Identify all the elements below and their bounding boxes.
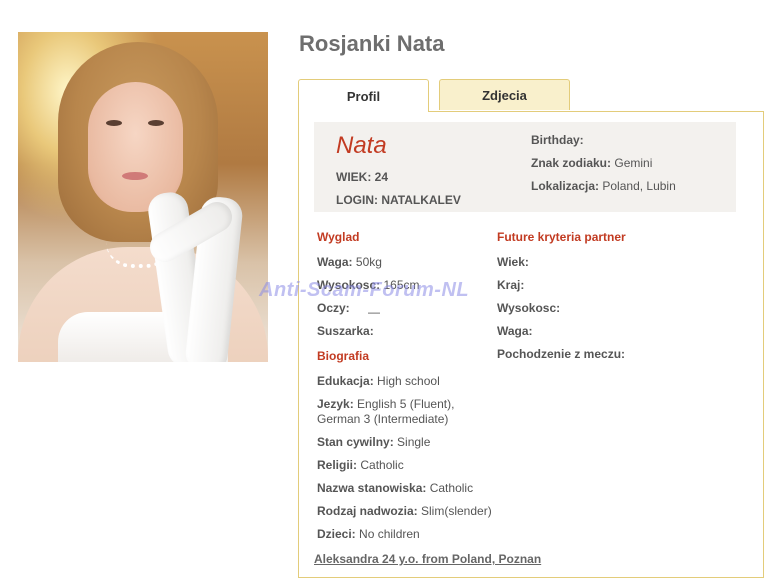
weight-field: Waga: 50kg — [317, 255, 382, 269]
biography-heading: Biografia — [317, 349, 370, 363]
related-profile-link[interactable]: Aleksandra 24 y.o. from Poland, Poznan — [314, 552, 541, 566]
occupation-label: Nazwa stanowiska: — [317, 481, 427, 495]
birthday-label: Birthday: — [531, 133, 584, 147]
language-field: Jezyk: English 5 (Fluent), — [317, 397, 454, 411]
children-value: No children — [359, 527, 420, 541]
login-label: LOGIN: — [336, 193, 378, 207]
location-value: Poland, Lubin — [602, 179, 676, 193]
body-type-field: Rodzaj nadwozia: Slim(slender) — [317, 504, 492, 518]
page-title: Rosjanki Nata — [299, 31, 445, 56]
partner-weight-label: Waga: — [497, 324, 533, 338]
tab-profil[interactable]: Profil — [298, 79, 429, 112]
age-field: WIEK: 24 — [336, 170, 388, 184]
religion-field: Religii: Catholic — [317, 458, 404, 472]
tab-profil-label: Profil — [346, 88, 381, 104]
partner-weight-field: Waga: — [497, 324, 533, 338]
occupation-value: Catholic — [429, 481, 474, 495]
language-value-line2: German 3 (Intermediate) — [317, 412, 449, 426]
appearance-heading: Wyglad — [317, 230, 360, 244]
partner-country-label: Kraj: — [497, 278, 525, 292]
profile-photo — [18, 32, 268, 362]
partner-age-label: Wiek: — [497, 255, 529, 269]
hair-field: Suszarka: — [317, 324, 374, 338]
partner-height-field: Wysokosc: — [497, 301, 560, 315]
login-value: NATALKALEV — [381, 193, 461, 207]
language-label: Jezyk: — [317, 397, 354, 411]
zodiac-field: Znak zodiaku: Gemini — [531, 156, 652, 170]
occupation-field: Nazwa stanowiska: Catholic — [317, 481, 473, 495]
age-label: WIEK: — [336, 170, 372, 184]
eyes-underline: — — [368, 305, 380, 319]
tab-zdjecia[interactable]: Zdjecia — [439, 79, 570, 110]
photo-eye-right — [148, 120, 164, 126]
partner-origin-field: Pochodzenie z meczu: — [497, 347, 625, 361]
partner-height-label: Wysokosc: — [497, 301, 561, 315]
religion-value: Catholic — [360, 458, 404, 472]
login-field: LOGIN: NATALKALEV — [336, 193, 461, 207]
hair-label: Suszarka: — [317, 324, 374, 338]
weight-label: Waga: — [317, 255, 353, 269]
location-label: Lokalizacja: — [531, 179, 600, 193]
profile-name: Nata — [336, 132, 387, 159]
height-field: Wysokosc: 165cm — [317, 278, 420, 292]
religion-label: Religii: — [317, 458, 358, 472]
body-type-label: Rodzaj nadwozia: — [317, 504, 418, 518]
children-label: Dzieci: — [317, 527, 356, 541]
partner-age-field: Wiek: — [497, 255, 529, 269]
eyes-label: Oczy: — [317, 301, 350, 315]
children-field: Dzieci: No children — [317, 527, 420, 541]
eyes-field: Oczy: — [317, 301, 350, 315]
zodiac-value: Gemini — [614, 156, 653, 170]
weight-value: 50kg — [355, 255, 382, 269]
education-field: Edukacja: High school — [317, 374, 440, 388]
marital-field: Stan cywilny: Single — [317, 435, 430, 449]
birthday-field: Birthday: — [531, 133, 584, 147]
language-value: English 5 (Fluent), — [357, 397, 455, 411]
photo-eye-left — [106, 120, 122, 126]
partner-country-field: Kraj: — [497, 278, 524, 292]
body-type-value: Slim(slender) — [421, 504, 492, 518]
education-value: High school — [377, 374, 440, 388]
age-value: 24 — [374, 170, 389, 184]
zodiac-label: Znak zodiaku: — [531, 156, 612, 170]
marital-label: Stan cywilny: — [317, 435, 394, 449]
tab-zdjecia-label: Zdjecia — [482, 87, 527, 103]
education-label: Edukacja: — [317, 374, 374, 388]
location-field: Lokalizacja: Poland, Lubin — [531, 179, 676, 193]
height-value: 165cm — [383, 278, 420, 292]
language-field-line2: German 3 (Intermediate) — [317, 412, 448, 426]
partner-heading: Future kryteria partner — [497, 230, 626, 244]
photo-lips — [122, 172, 148, 180]
partner-origin-label: Pochodzenie z meczu: — [497, 347, 626, 361]
marital-value: Single — [397, 435, 431, 449]
height-label: Wysokosc: — [317, 278, 381, 292]
